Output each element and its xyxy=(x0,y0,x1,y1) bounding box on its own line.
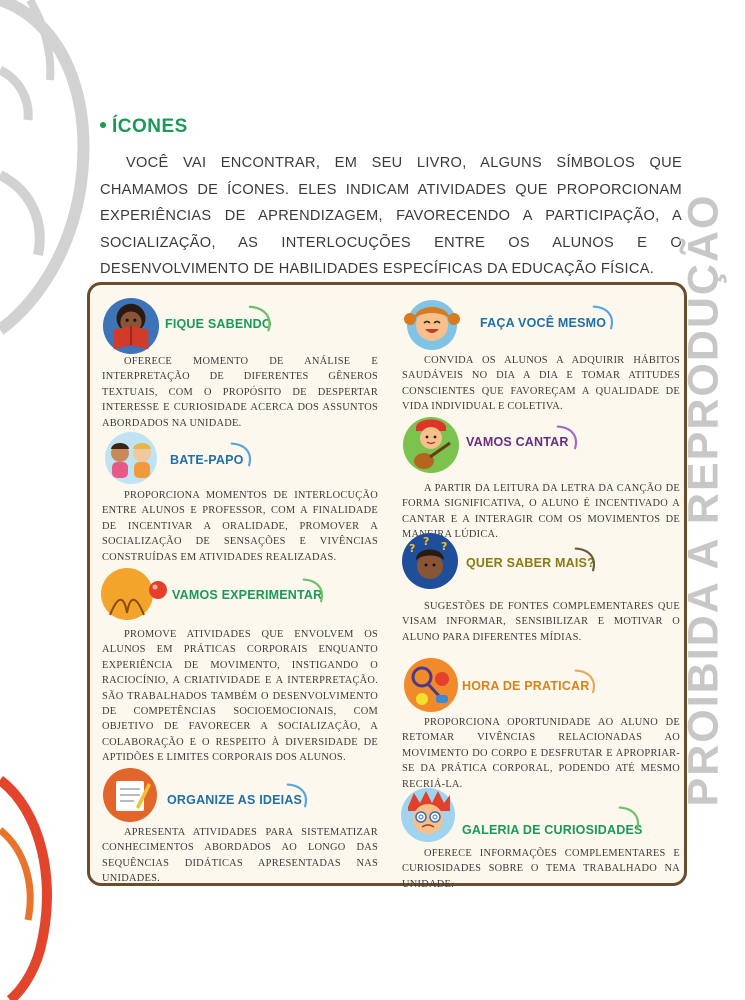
svg-text:?: ? xyxy=(409,542,415,555)
olive-swoosh-icon xyxy=(574,547,595,572)
sports-gear-icon xyxy=(402,657,460,713)
blue-swoosh-icon xyxy=(230,442,251,467)
question-child-icon: ? ? ? xyxy=(401,532,459,590)
green-swoosh-icon xyxy=(618,806,639,831)
notepad-pencil-icon xyxy=(102,767,158,823)
icon-description-organize-as-ideias: APRESENTA ATIVIDADES PARA SISTEMATIZAR C… xyxy=(102,827,378,885)
orange-swoosh-icon xyxy=(574,669,595,694)
green-swoosh-icon xyxy=(248,305,271,332)
decorative-red-arcs xyxy=(0,776,52,1000)
blue-swoosh-icon xyxy=(286,783,307,808)
icon-description-hora-de-praticar: PROPORCIONA OPORTUNIDADE AO ALUNO DE RET… xyxy=(402,717,680,790)
section-title-text: ÍCONES xyxy=(112,116,188,137)
icon-description-faca-voce-mesmo: CONVIDA OS ALUNOS A ADQUIRIR HÁBITOS SAU… xyxy=(402,355,680,413)
svg-text:?: ? xyxy=(441,540,447,553)
icons-card: FIQUE SABENDO OFERECE MOMENTO DE ANÁLISE… xyxy=(87,282,687,890)
icon-title-vamos-experimentar: VAMOS EXPERIMENTAR xyxy=(172,588,323,602)
section-title: ÍCONES xyxy=(100,116,188,138)
icon-title-vamos-cantar: VAMOS CANTAR xyxy=(466,435,569,449)
icon-description-vamos-experimentar: PROMOVE ATIVIDADES QUE ENVOLVEM OS ALUNO… xyxy=(102,629,378,764)
icon-title-faca-voce-mesmo: FAÇA VOCÊ MESMO xyxy=(480,316,607,330)
icon-title-organize-as-ideias: ORGANIZE AS IDEIAS xyxy=(167,793,303,807)
icon-description-fique-sabendo: OFERECE MOMENTO DE ANÁLISE E INTERPRETAÇ… xyxy=(102,356,378,429)
icon-description-quer-saber-mais: SUGESTÕES DE FONTES COMPLEMENTARES QUE V… xyxy=(402,601,680,643)
guitar-boy-icon xyxy=(402,413,460,475)
title-bullet xyxy=(100,121,106,128)
icon-title-galeria-de-curiosidades: GALERIA DE CURIOSIDADES xyxy=(462,823,643,837)
icon-description-galeria-de-curiosidades: OFERECE INFORMAÇÕES COMPLEMENTARES E CUR… xyxy=(402,848,680,890)
icon-title-hora-de-praticar: HORA DE PRATICAR xyxy=(462,679,590,693)
icon-description-bate-papo: PROPORCIONA MOMENTOS DE INTERLOCUÇÃO ENT… xyxy=(102,490,378,563)
bouncing-ball-icon xyxy=(100,565,170,623)
svg-text:?: ? xyxy=(423,535,429,548)
chatting-children-icon xyxy=(100,431,162,485)
blue-swoosh-icon xyxy=(592,305,613,330)
purple-swoosh-icon xyxy=(556,425,577,450)
dizzy-boy-icon xyxy=(400,787,456,843)
smiling-girl-icon xyxy=(402,297,462,351)
reading-child-icon xyxy=(102,297,160,355)
intro-paragraph: VOCÊ VAI ENCONTRAR, EM SEU LIVRO, ALGUNS… xyxy=(100,155,682,278)
green-swoosh-icon xyxy=(302,578,323,603)
